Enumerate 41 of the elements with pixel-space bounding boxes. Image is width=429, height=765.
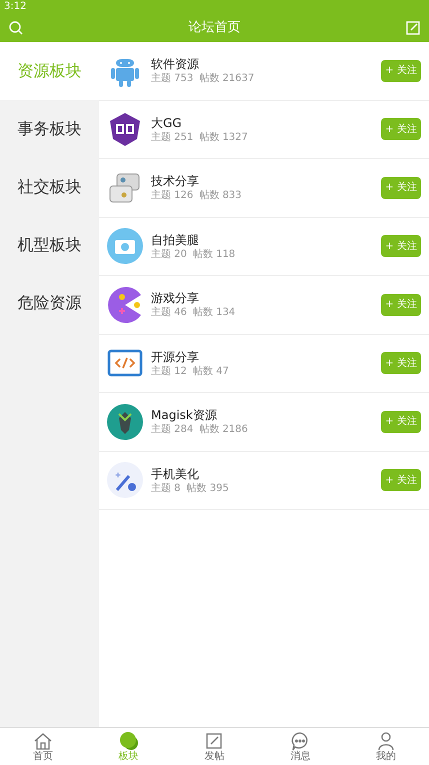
forum-name[interactable]: Magisk资源 bbox=[151, 407, 381, 424]
magic-wand-icon bbox=[107, 462, 143, 498]
status-time: 3:12 bbox=[4, 2, 26, 12]
post-count: 帖数 134 bbox=[192, 306, 236, 320]
forum-name[interactable]: 大GG bbox=[151, 114, 381, 131]
tab-bar-item[interactable]: 首页 bbox=[0, 728, 86, 765]
topic-count: 主题 251 bbox=[151, 130, 194, 144]
forum-name[interactable]: 技术分享 bbox=[151, 173, 381, 190]
topic-count: 主题 126 bbox=[151, 189, 194, 202]
topic-count: 主题 753 bbox=[151, 72, 194, 86]
shield-icon bbox=[107, 111, 143, 148]
post-count: 帖数 47 bbox=[192, 364, 229, 378]
post-count: 帖数 2186 bbox=[199, 423, 248, 436]
search-icon[interactable] bbox=[8, 20, 24, 36]
chat-bubbles-icon bbox=[118, 731, 139, 751]
compose-icon[interactable] bbox=[405, 20, 421, 36]
tab-bar-item[interactable]: 我的 bbox=[343, 728, 429, 765]
edit-icon bbox=[204, 731, 224, 751]
topic-count: 主题 46 bbox=[151, 306, 187, 320]
post-count: 帖数 1327 bbox=[199, 130, 248, 144]
forum-name[interactable]: 游戏分享 bbox=[151, 290, 381, 306]
post-count: 帖数 395 bbox=[186, 482, 229, 495]
topic-count: 主题 12 bbox=[151, 364, 187, 378]
forum-name[interactable]: 手机美化 bbox=[151, 466, 381, 482]
tab-bar-item[interactable]: 消息 bbox=[257, 728, 344, 765]
message-icon bbox=[290, 731, 310, 751]
forum-name[interactable]: 开源分享 bbox=[151, 348, 381, 365]
tab-bar-item[interactable]: 发帖 bbox=[172, 728, 258, 765]
page-title: 论坛首页 bbox=[188, 19, 240, 38]
camera-icon bbox=[107, 228, 143, 264]
post-count: 帖数 833 bbox=[199, 189, 242, 202]
topic-count: 主题 284 bbox=[151, 423, 194, 436]
topic-count: 主题 8 bbox=[151, 482, 181, 495]
forum-name[interactable]: 自拍美腿 bbox=[151, 232, 381, 248]
post-count: 帖数 21637 bbox=[199, 72, 254, 86]
post-count: 帖数 118 bbox=[192, 248, 236, 261]
topic-count: 主题 20 bbox=[151, 248, 187, 261]
game-icon bbox=[107, 286, 143, 323]
home-icon bbox=[32, 731, 53, 751]
user-icon bbox=[376, 731, 396, 751]
forum-name[interactable]: 软件资源 bbox=[151, 56, 381, 72]
